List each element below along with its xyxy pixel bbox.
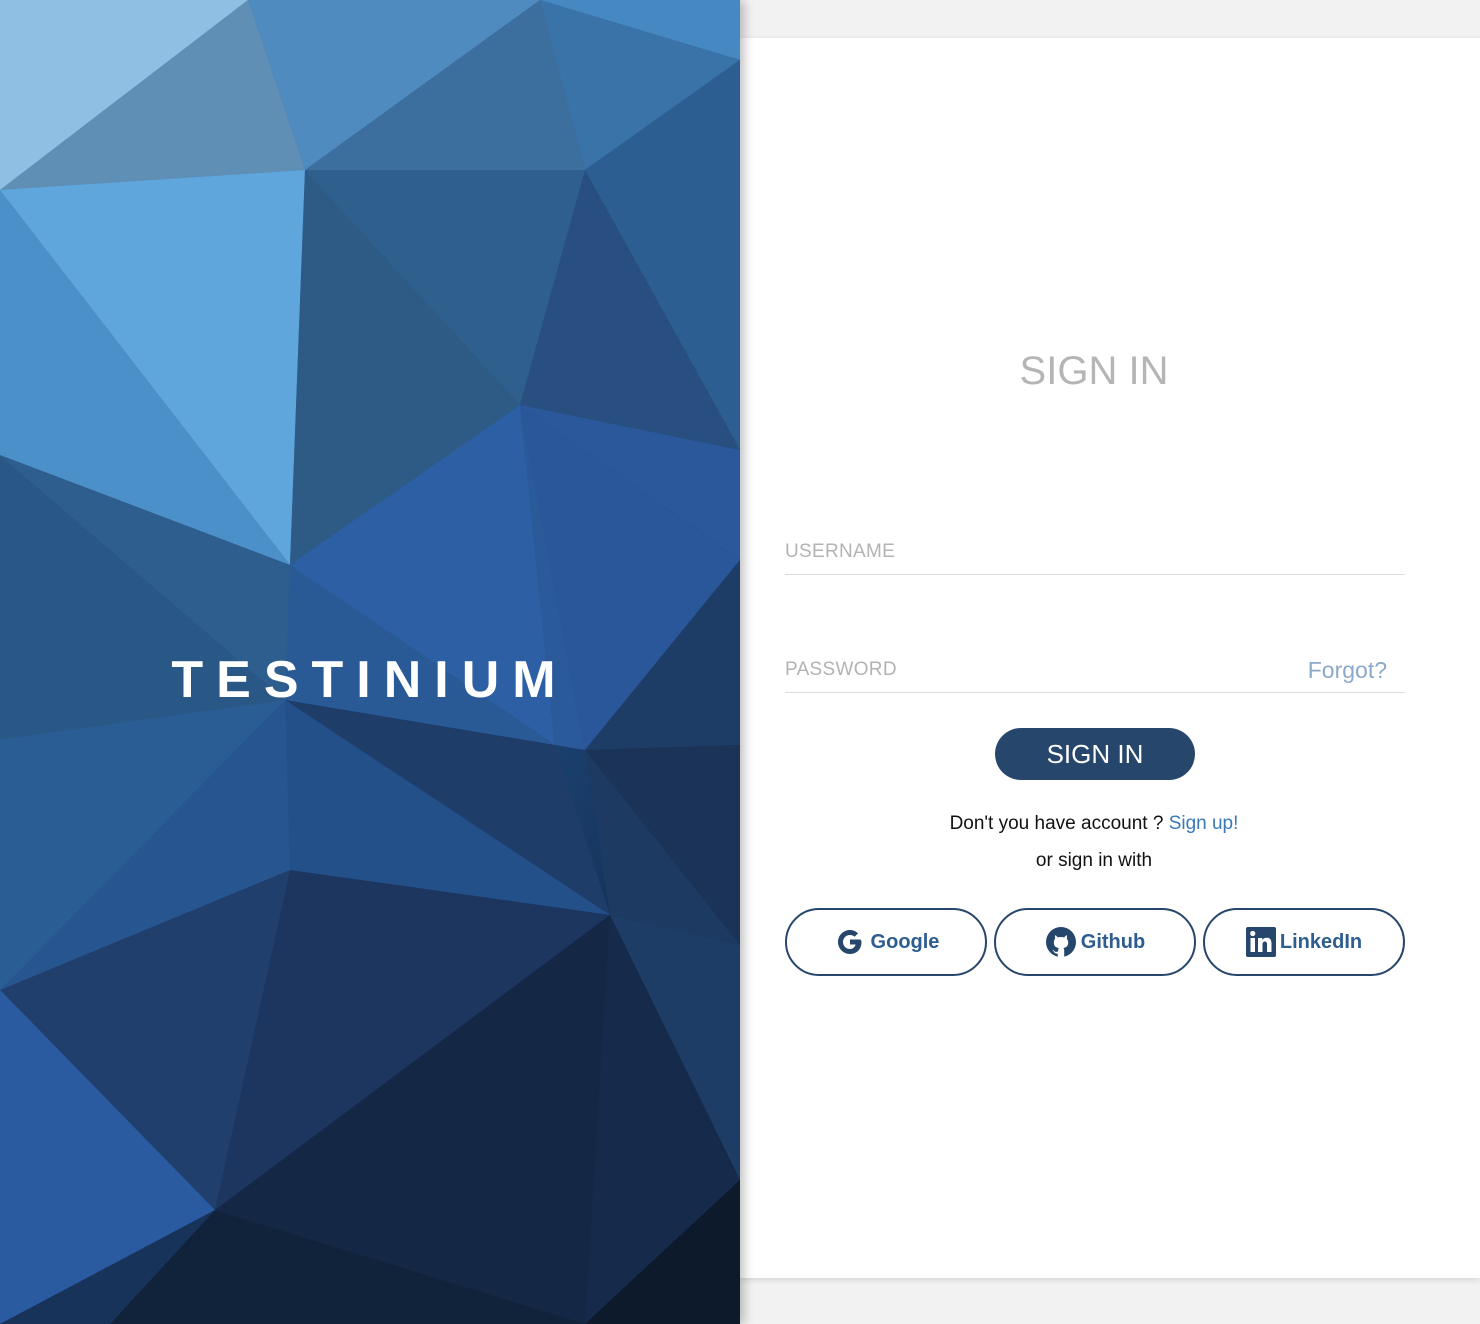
signup-prompt: Don't you have account ? Sign up!: [740, 812, 1448, 836]
password-input[interactable]: [785, 650, 1265, 690]
github-icon: [1045, 926, 1077, 958]
github-signin-button[interactable]: Github: [994, 908, 1196, 976]
github-label: Github: [1080, 930, 1146, 953]
signin-button[interactable]: SIGN IN: [995, 728, 1195, 780]
brand-logo-text: TESTINIUM: [171, 651, 569, 709]
signin-card: SIGN IN Forgot? SIGN IN Don't you have a…: [740, 38, 1480, 1278]
signin-title: SIGN IN: [1019, 349, 1169, 393]
google-icon: [833, 925, 867, 959]
password-field-wrapper: Forgot?: [785, 650, 1405, 693]
google-label: Google: [870, 930, 940, 953]
username-input[interactable]: [785, 532, 1265, 572]
linkedin-label: LinkedIn: [1279, 930, 1363, 953]
signup-link[interactable]: Sign up!: [1169, 813, 1239, 834]
forgot-password-link[interactable]: Forgot?: [1308, 656, 1387, 684]
no-account-text: Don't you have account ?: [949, 813, 1164, 834]
linkedin-signin-button[interactable]: LinkedIn: [1203, 908, 1405, 976]
or-sign-in-with-text: or sign in with: [1035, 850, 1153, 871]
brand-panel: TESTINIUM: [0, 0, 740, 1324]
username-field-wrapper: [785, 532, 1405, 575]
google-signin-button[interactable]: Google: [785, 908, 987, 976]
linkedin-icon: [1245, 927, 1276, 957]
